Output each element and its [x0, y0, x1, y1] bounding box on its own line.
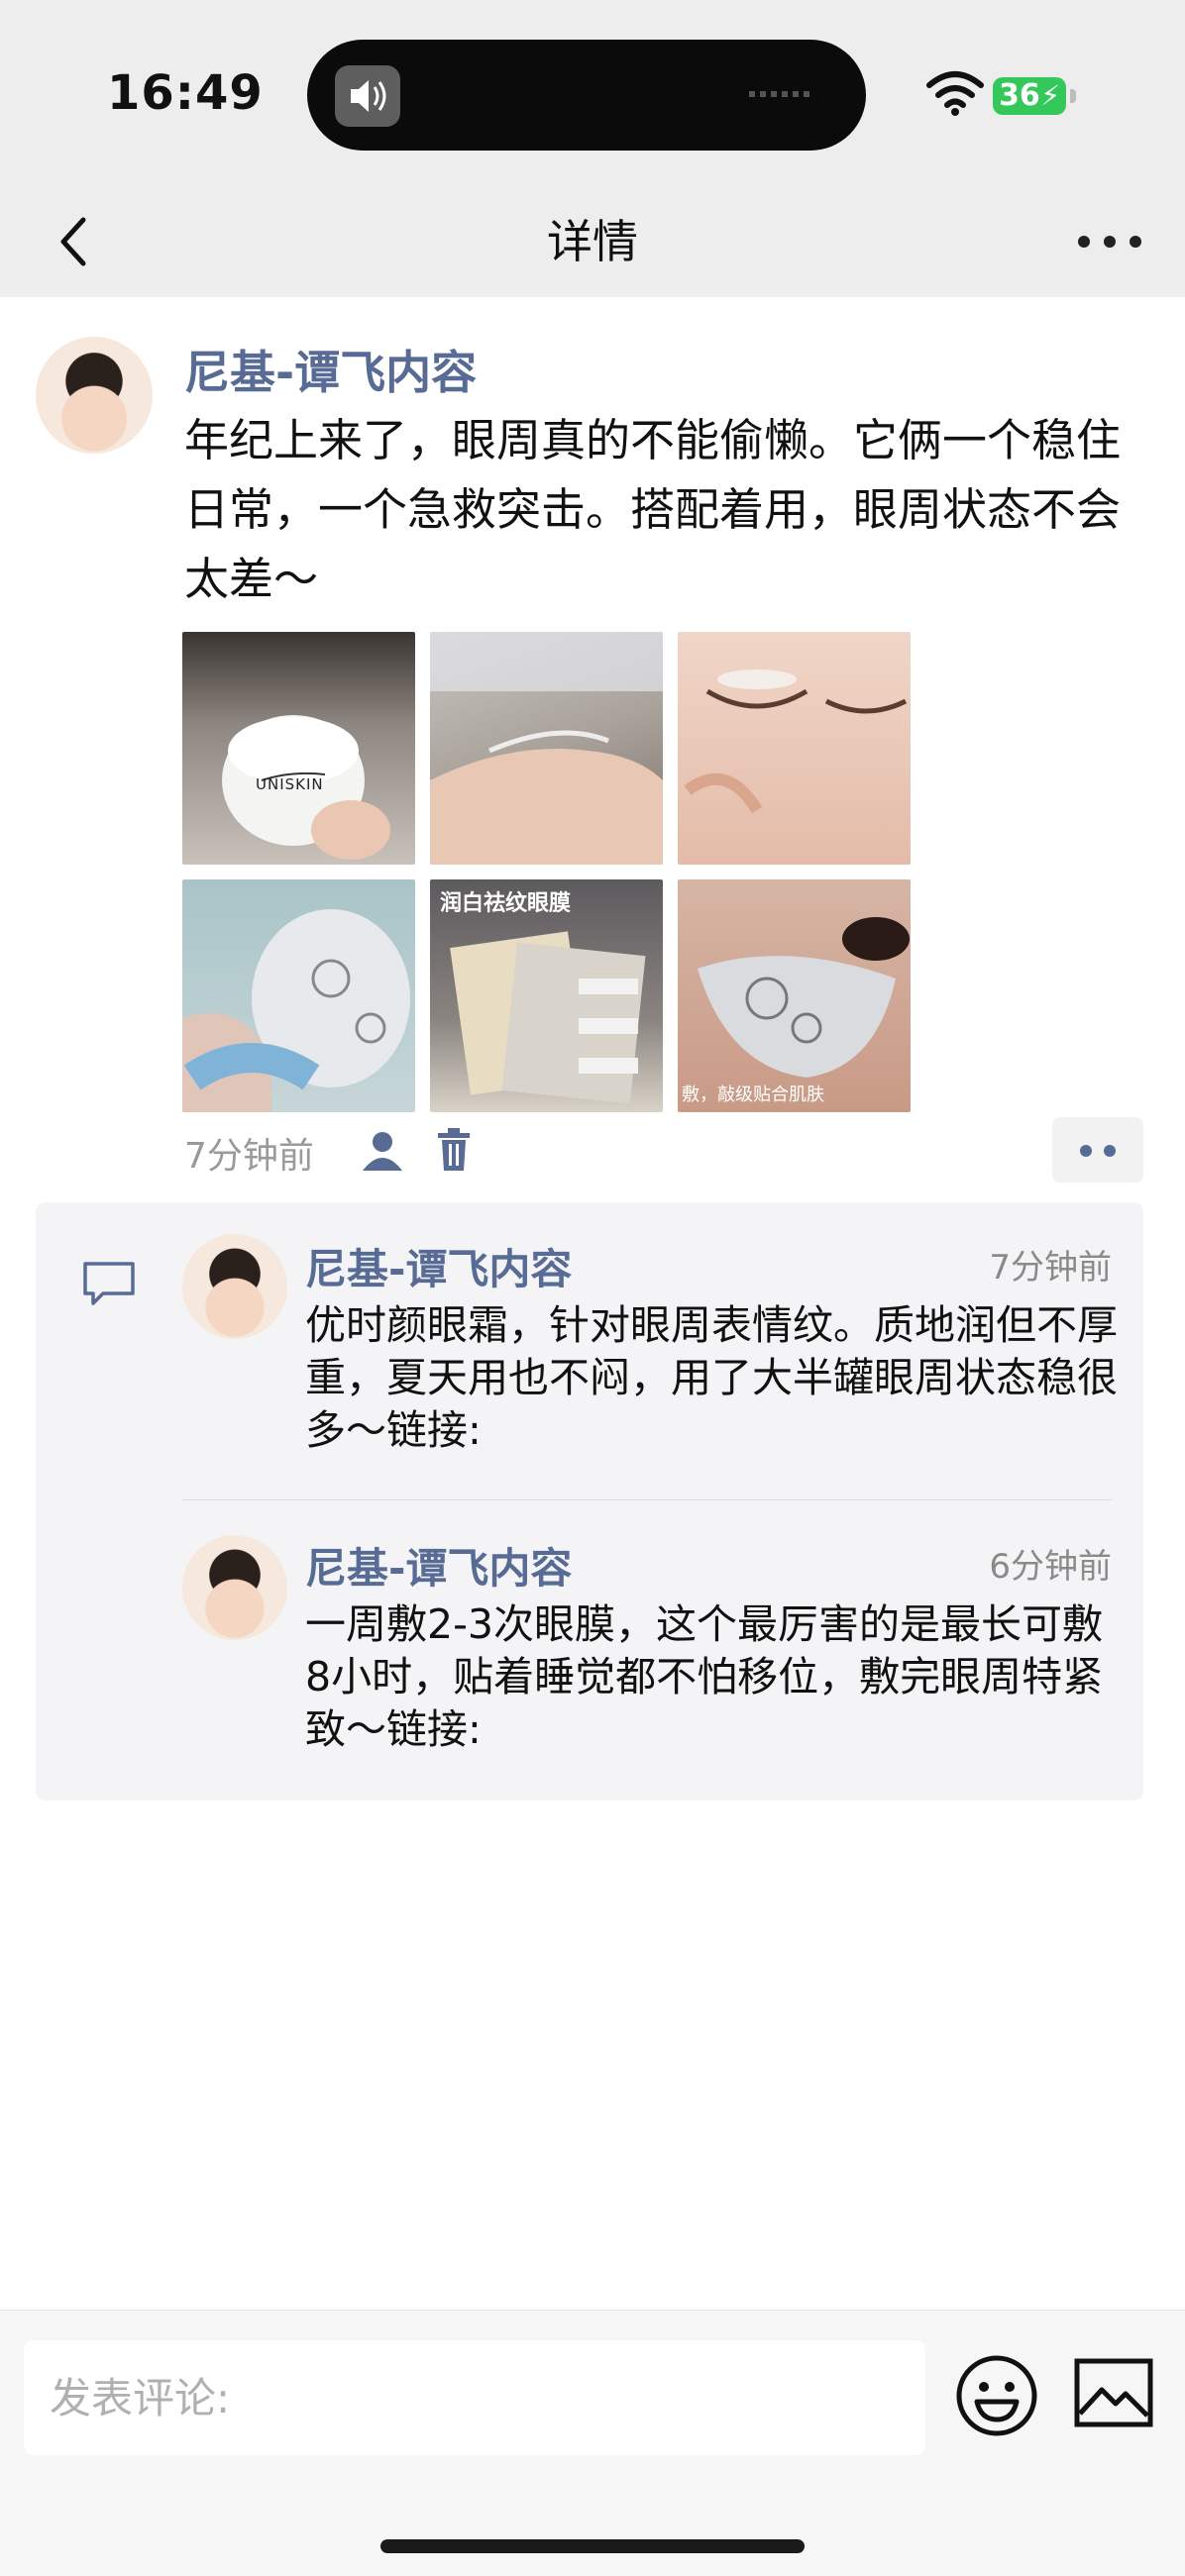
battery-level: 36	[999, 78, 1040, 113]
status-bar: 16:49 36 ⚡	[0, 0, 1185, 188]
wifi-icon	[926, 71, 984, 116]
comment-time: 6分钟前	[989, 1547, 1112, 1587]
home-indicator	[380, 2539, 805, 2553]
speaker-icon	[335, 65, 400, 127]
cream-jar-image	[222, 715, 390, 860]
post-actions-button[interactable]	[1052, 1117, 1143, 1183]
post-text: 年纪上来了，眼周真的不能偷懒。它俩一个稳住日常，一个急救突击。搭配着用，眼周状态…	[184, 414, 1122, 605]
comment-author-name[interactable]: 尼基-谭飞内容	[305, 1535, 572, 1596]
post-author-name[interactable]: 尼基-谭飞内容	[184, 337, 477, 402]
comment-text[interactable]: 一周敷2-3次眼膜，这个最厉害的是最长可敷8小时，贴着睡觉都不怕移位，敷完眼周特…	[305, 1598, 1118, 1756]
photo-caption: UNISKIN	[256, 775, 324, 793]
emoji-icon[interactable]	[953, 2352, 1040, 2439]
face-closeup-image	[684, 670, 908, 814]
comment-icon	[83, 1262, 135, 1305]
charging-icon: ⚡	[1040, 79, 1060, 112]
comment-divider	[182, 1499, 1112, 1500]
eye-patch-hand-image	[182, 909, 410, 1112]
visibility-user-icon[interactable]	[361, 1129, 404, 1173]
nav-bar: 详情	[0, 188, 1185, 297]
comment-input[interactable]	[24, 2340, 925, 2455]
status-time: 16:49	[107, 65, 264, 121]
comment-time: 7分钟前	[989, 1248, 1112, 1288]
page-title: 详情	[547, 215, 638, 268]
comment-text[interactable]: 优时颜眼霜，针对眼周表情纹。质地润但不厚重，夏天用也不闷，用了大半罐眼周状态稳很…	[305, 1299, 1118, 1457]
photo-caption: 敷，敲级贴合肌肤	[682, 1084, 824, 1105]
comment-composer-bar	[0, 2310, 1185, 2576]
comment-avatar[interactable]	[182, 1234, 287, 1339]
post-photo-6[interactable]: 敷，敲级贴合肌肤	[678, 879, 911, 1112]
delete-icon[interactable]	[436, 1127, 472, 1173]
post-photo-4[interactable]	[182, 879, 415, 1112]
post-photo-2[interactable]	[430, 632, 663, 865]
author-avatar[interactable]	[36, 337, 153, 454]
dynamic-island	[307, 40, 866, 151]
photo-caption: 润白祛纹眼膜	[440, 891, 572, 916]
image-icon[interactable]	[1074, 2358, 1153, 2427]
post-photo-5[interactable]: 润白祛纹眼膜	[430, 879, 663, 1112]
post-time: 7分钟前	[184, 1136, 314, 1177]
more-options-icon[interactable]	[1076, 218, 1145, 267]
post-photo-3[interactable]	[678, 632, 911, 865]
battery-indicator: 36 ⚡	[993, 77, 1076, 115]
hand-image	[430, 632, 663, 865]
comment-avatar[interactable]	[182, 1535, 287, 1640]
comment-author-name[interactable]: 尼基-谭飞内容	[305, 1236, 572, 1296]
island-dots	[749, 91, 812, 97]
eye-patch-face-image	[698, 917, 910, 1078]
post-photo-1[interactable]: UNISKIN	[182, 632, 415, 865]
